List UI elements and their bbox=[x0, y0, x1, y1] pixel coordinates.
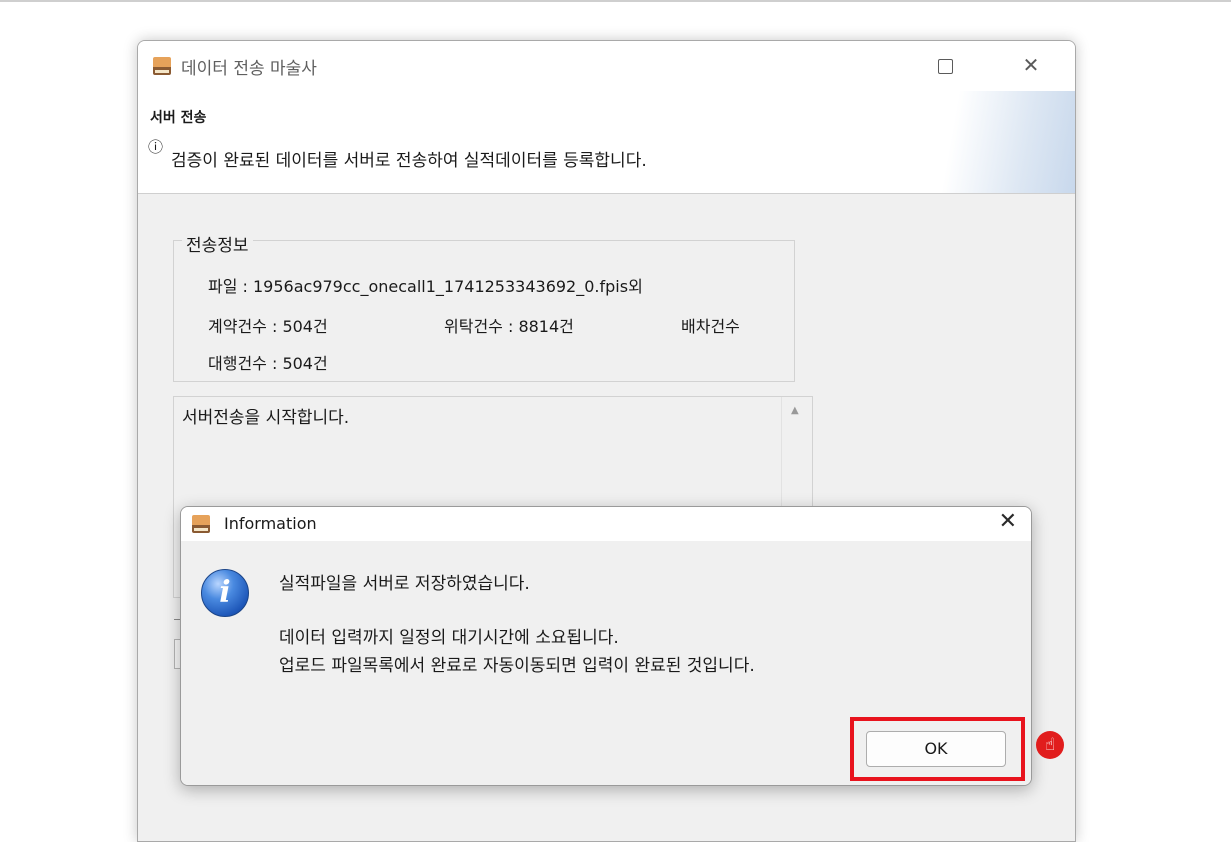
file-info: 파일 : 1956ac979cc_onecall1_1741253343692_… bbox=[208, 277, 643, 296]
message-line-1: 실적파일을 서버로 저장하였습니다. bbox=[279, 574, 530, 594]
top-border bbox=[0, 0, 1231, 2]
scroll-up-icon[interactable]: ▲ bbox=[791, 405, 799, 416]
click-cursor-icon: ☝ bbox=[1036, 731, 1064, 759]
dialog-app-icon bbox=[192, 515, 210, 533]
dialog-close-button[interactable]: ✕ bbox=[999, 509, 1017, 534]
dialog-body: i 실적파일을 서버로 저장하였습니다. 데이터 입력까지 일정의 대기시간에 … bbox=[181, 541, 1031, 785]
information-icon: i bbox=[201, 569, 249, 617]
contract-count: 계약건수 : 504건 bbox=[208, 317, 328, 336]
dialog-title: Information bbox=[224, 514, 317, 533]
information-dialog: Information ✕ i 실적파일을 서버로 저장하였습니다. 데이터 입… bbox=[180, 506, 1032, 786]
dispatch-count: 배차건수 bbox=[681, 317, 740, 336]
wizard-header: 서버 전송 ⓘ 검증이 완료된 데이터를 서버로 전송하여 실적데이터를 등록합… bbox=[138, 91, 1075, 194]
log-text: 서버전송을 시작합니다. bbox=[182, 408, 350, 428]
message-line-3: 업로드 파일목록에서 완료로 자동이동되면 입력이 완료된 것입니다. bbox=[279, 656, 755, 676]
app-icon bbox=[153, 57, 171, 75]
maximize-icon bbox=[937, 59, 953, 74]
consign-count: 위탁건수 : 8814건 bbox=[444, 317, 574, 336]
maximize-button[interactable] bbox=[930, 51, 960, 79]
info-icon: ⓘ bbox=[148, 138, 164, 156]
close-button[interactable]: ✕ bbox=[1016, 51, 1046, 79]
window-title: 데이터 전송 마술사 bbox=[181, 59, 317, 79]
ok-button[interactable]: OK bbox=[866, 731, 1006, 767]
message-line-2: 데이터 입력까지 일정의 대기시간에 소요됩니다. bbox=[279, 628, 619, 648]
agency-count: 대행건수 : 504건 bbox=[208, 354, 328, 373]
wizard-titlebar: 데이터 전송 마술사 ✕ bbox=[138, 41, 1075, 91]
page-heading: 서버 전송 bbox=[150, 110, 207, 126]
transfer-info-legend: 전송정보 bbox=[182, 231, 253, 256]
page-description: 검증이 완료된 데이터를 서버로 전송하여 실적데이터를 등록합니다. bbox=[171, 151, 647, 171]
dialog-titlebar: Information ✕ bbox=[181, 507, 1031, 541]
